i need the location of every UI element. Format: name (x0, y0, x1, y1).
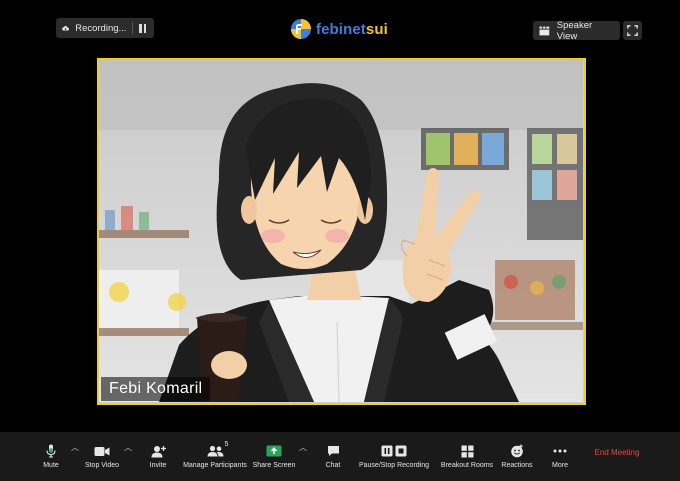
pause-icon[interactable] (139, 23, 146, 33)
speaker-view-label: Speaker View (556, 19, 593, 42)
invite-icon (151, 445, 166, 457)
pause-stop-recording-button[interactable]: Pause/Stop Recording (358, 432, 430, 481)
participants-count: 5 (224, 441, 229, 448)
chat-button[interactable]: Chat (321, 432, 345, 481)
reactions-icon (511, 444, 523, 458)
breakout-rooms-icon (461, 445, 473, 457)
stop-video-button[interactable]: Stop Video (82, 432, 122, 481)
share-screen-button[interactable]: Share Screen (252, 432, 296, 481)
mic-icon (46, 444, 56, 458)
participant-name-tag: Febi Komaril (101, 377, 211, 401)
more-button[interactable]: More (547, 432, 573, 481)
more-label: More (552, 462, 568, 469)
share-screen-label: Share Screen (252, 462, 296, 469)
video-options-caret[interactable]: ︿ (124, 442, 132, 453)
breakout-rooms-button[interactable]: Breakout Rooms (440, 432, 494, 481)
brand-part3: sui (365, 20, 388, 38)
recording-label: Recording... (75, 22, 127, 34)
participant-name: Febi Komaril (109, 380, 203, 397)
reactions-label: Reactions (501, 462, 533, 469)
recording-indicator[interactable]: Recording... (56, 18, 154, 38)
manage-participants-button[interactable]: 5 Manage Participants (183, 432, 247, 481)
more-icon (553, 449, 567, 453)
end-meeting-button[interactable]: End Meeting (588, 432, 646, 472)
share-options-caret[interactable]: ︿ (299, 442, 307, 453)
recording-control-label: Pause/Stop Recording (358, 462, 430, 469)
brand-part2: net (343, 20, 366, 38)
speaker-view-icon (539, 26, 550, 35)
participants-label: Manage Participants (183, 462, 247, 469)
chat-label: Chat (325, 462, 341, 469)
stop-video-label: Stop Video (84, 462, 120, 469)
brand-name: febinetsui (316, 21, 388, 38)
share-screen-icon (266, 445, 282, 457)
meeting-toolbar: Mute ︿ Stop Video ︿ Invite 5 Manage Part… (0, 432, 680, 481)
video-camera-icon (94, 446, 110, 456)
participant-illustration (99, 60, 583, 402)
mute-button[interactable]: Mute (36, 432, 66, 481)
logo-icon (291, 19, 311, 39)
mute-label: Mute (43, 462, 59, 469)
brand-logo: febinetsui (290, 16, 388, 42)
end-meeting-label: End Meeting (594, 447, 640, 457)
audio-options-caret[interactable]: ︿ (71, 442, 79, 453)
fullscreen-icon (627, 25, 638, 36)
participants-icon (207, 445, 223, 457)
reactions-button[interactable]: Reactions (500, 432, 534, 481)
cloud-icon (62, 26, 69, 31)
breakout-rooms-label: Breakout Rooms (440, 462, 494, 469)
invite-label: Invite (149, 462, 167, 469)
chat-icon (327, 446, 339, 456)
invite-button[interactable]: Invite (144, 432, 172, 481)
fullscreen-button[interactable] (623, 21, 642, 40)
participant-video[interactable]: Febi Komaril (97, 58, 586, 405)
speaker-view-button[interactable]: Speaker View (533, 19, 620, 42)
brand-part1: febi (316, 20, 344, 38)
recording-icon (381, 445, 407, 457)
divider (132, 22, 133, 34)
